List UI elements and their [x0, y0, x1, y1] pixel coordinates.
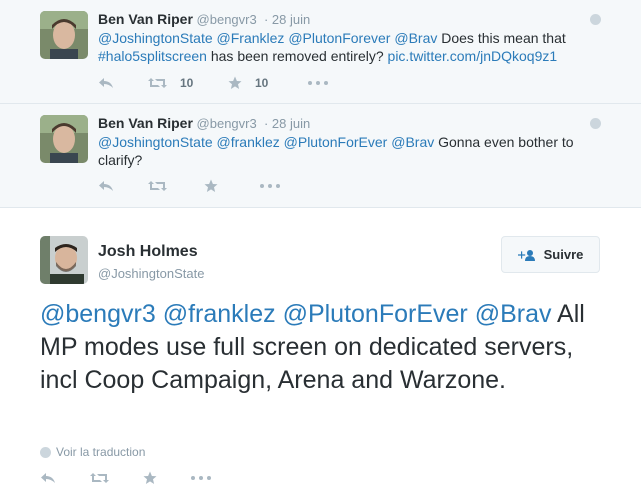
retweet-count: 10 [180, 76, 194, 90]
avatar[interactable] [40, 236, 88, 284]
retweet-button[interactable] [148, 180, 180, 192]
more-button[interactable] [260, 184, 280, 188]
text-segment: has been removed entirely? [206, 48, 388, 64]
avatar[interactable] [40, 11, 88, 59]
user-handle[interactable]: @JoshingtonState [98, 266, 204, 281]
user-name[interactable]: Ben Van Riper [98, 115, 193, 131]
reply-button[interactable] [40, 471, 56, 485]
follow-button[interactable]: Suivre [501, 236, 600, 273]
mention-link[interactable]: @Brav [391, 134, 434, 150]
retweet-icon [90, 473, 109, 483]
favorite-icon [143, 471, 157, 484]
reply-icon [41, 473, 55, 483]
globe-icon [590, 118, 601, 129]
reply-icon [99, 78, 113, 88]
favorite-icon [228, 76, 242, 89]
tweet-text: @JoshingtonState @Franklez @PlutonForeve… [98, 29, 598, 65]
tweet-text: @JoshingtonState @franklez @PlutonForEve… [98, 133, 588, 169]
text-segment: Does this mean that [437, 30, 566, 46]
user-name[interactable]: Ben Van Riper [98, 11, 193, 27]
favorite-icon [204, 179, 218, 192]
follow-label: Suivre [543, 247, 584, 262]
mention-link[interactable]: @PlutonForever [288, 30, 390, 46]
mention-link[interactable]: @franklez [163, 300, 276, 328]
tweet-actions [98, 176, 304, 196]
retweet-icon [148, 181, 167, 191]
retweet-icon [148, 78, 167, 88]
more-button[interactable] [308, 81, 328, 85]
mention-link[interactable]: @Brav [394, 30, 437, 46]
mention-link[interactable]: @JoshingtonState [98, 30, 213, 46]
more-icon [191, 476, 211, 480]
mention-link[interactable]: @Brav [475, 300, 552, 328]
reply-button[interactable] [98, 76, 124, 90]
more-icon [308, 81, 328, 85]
favorite-button[interactable] [143, 471, 157, 485]
user-name[interactable]: Josh Holmes [98, 243, 198, 261]
mention-link[interactable]: @PlutonForEver [283, 300, 468, 328]
mention-link[interactable]: @Franklez [217, 30, 285, 46]
more-icon [260, 184, 280, 188]
hashtag-link[interactable]: #halo5splitscreen [98, 48, 207, 64]
user-handle[interactable]: @bengvr3 [197, 12, 257, 27]
retweet-button[interactable] [90, 472, 109, 484]
tweet-time[interactable]: · 28 juin [260, 12, 310, 27]
context-tweet-2[interactable]: Ben Van Riper @bengvr3 · 28 juin @Joshin… [0, 104, 641, 208]
reply-button[interactable] [98, 179, 124, 193]
more-button[interactable] [191, 476, 211, 480]
retweet-button[interactable]: 10 [148, 76, 204, 90]
context-tweet-1[interactable]: Ben Van Riper @bengvr3 · 28 juin @Joshin… [0, 0, 641, 104]
tweet-text: @bengvr3 @franklez @PlutonForEver @Brav … [40, 298, 600, 397]
favorite-count: 10 [255, 76, 269, 90]
pic-link[interactable]: pic.twitter.com/jnDQkoq9z1 [388, 48, 558, 64]
mention-link[interactable]: @franklez [217, 134, 280, 150]
mention-link[interactable]: @PlutonForEver [284, 134, 388, 150]
globe-icon [590, 14, 601, 25]
tweet-actions [40, 471, 245, 485]
user-handle[interactable]: @bengvr3 [197, 116, 257, 131]
translate-label: Voir la traduction [56, 445, 146, 459]
globe-icon [40, 446, 51, 458]
tweet-header: Ben Van Riper @bengvr3 · 28 juin [98, 115, 310, 131]
tweet-time[interactable]: · 28 juin [260, 116, 310, 131]
tweet-header: Ben Van Riper @bengvr3 · 28 juin [98, 11, 310, 27]
follow-user-icon [517, 249, 535, 261]
main-tweet: Josh Holmes @JoshingtonState Suivre @ben… [0, 208, 641, 500]
favorite-button[interactable] [204, 179, 236, 193]
reply-icon [99, 181, 113, 191]
avatar[interactable] [40, 115, 88, 163]
mention-link[interactable]: @JoshingtonState [98, 134, 213, 150]
tweet-actions: 10 10 [98, 73, 352, 93]
favorite-button[interactable]: 10 [228, 76, 284, 90]
translate-link[interactable]: Voir la traduction [40, 445, 145, 459]
mention-link[interactable]: @bengvr3 [40, 300, 156, 328]
